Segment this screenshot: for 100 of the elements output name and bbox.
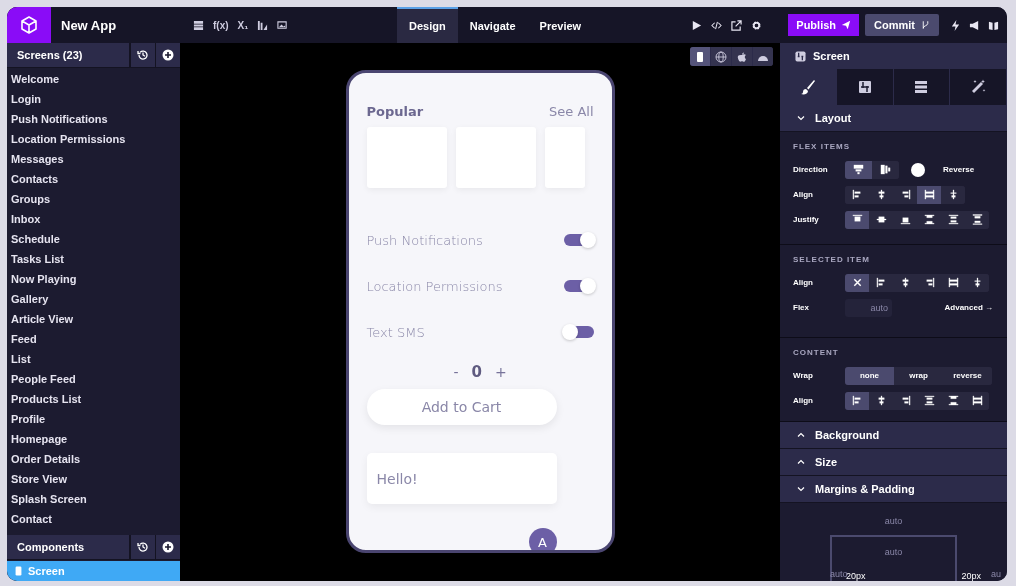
align-option[interactable]: [917, 185, 941, 204]
mode-tab[interactable]: Preview: [527, 7, 594, 43]
margin-right-value[interactable]: au: [991, 569, 1001, 579]
wrap-option[interactable]: none: [845, 366, 894, 385]
image-icon[interactable]: [277, 19, 289, 31]
layout-section-header[interactable]: Layout: [780, 105, 1007, 132]
logo-icon: [7, 7, 51, 43]
send-icon: [841, 20, 852, 30]
sidebar-item[interactable]: Feed: [7, 329, 180, 349]
toolbar-text-button[interactable]: X₁: [237, 19, 249, 31]
sidebar-item[interactable]: Tasks List: [7, 249, 180, 269]
align-option[interactable]: [845, 391, 869, 410]
padding-left-value[interactable]: 20px: [846, 571, 866, 581]
flex-field[interactable]: auto: [845, 298, 892, 317]
components-heading: Components: [7, 535, 130, 559]
chevron-icon: [797, 114, 805, 122]
book-icon[interactable]: [988, 19, 999, 31]
section-header[interactable]: Size: [780, 449, 1007, 476]
code-icon[interactable]: [711, 19, 723, 31]
phone-icon: [694, 50, 706, 63]
phone-device-tab[interactable]: [690, 47, 710, 66]
sidebar-item[interactable]: Gallery: [7, 289, 180, 309]
sidebar-item[interactable]: Now Playing: [7, 269, 180, 289]
align-icon: [899, 277, 911, 288]
plus-button[interactable]: +: [494, 364, 507, 380]
toggle-switch[interactable]: [563, 326, 594, 338]
add-to-cart-button[interactable]: Add to Cart: [366, 389, 557, 425]
android-device-tab[interactable]: [753, 47, 773, 66]
toggle-switch[interactable]: [563, 280, 594, 292]
lightning-icon[interactable]: [950, 19, 961, 31]
chart-icon[interactable]: [257, 19, 269, 31]
sidebar-item[interactable]: Profile: [7, 409, 180, 429]
sidebar-item[interactable]: Location Permissions: [7, 129, 180, 149]
justify-icon: [971, 214, 983, 225]
setting-label: Location Permissions: [366, 278, 503, 294]
sidebar-item[interactable]: Homepage: [7, 429, 180, 449]
mode-tab[interactable]: Navigate: [457, 7, 528, 43]
publish-button[interactable]: Publish: [788, 14, 860, 36]
minus-button[interactable]: -: [453, 364, 459, 380]
justify-option[interactable]: [845, 210, 869, 229]
chevron-icon: [797, 431, 805, 439]
field-label: Wrap: [793, 371, 814, 380]
align-icon: [923, 189, 935, 200]
direction-option[interactable]: [845, 160, 872, 179]
add-icon: [162, 541, 174, 553]
sidebar-item[interactable]: List: [7, 349, 180, 369]
align-icon: [875, 395, 887, 406]
sidebar-item[interactable]: Inbox: [7, 209, 180, 229]
apple-icon: [736, 50, 748, 63]
justify-icon: [875, 214, 887, 225]
sidebar-item[interactable]: Login: [7, 89, 180, 109]
direction-icon: [853, 164, 864, 175]
section-header[interactable]: Background: [780, 422, 1007, 449]
panel-title: Screen: [813, 50, 850, 62]
margin-top-value[interactable]: auto: [780, 516, 1007, 526]
sidebar-item[interactable]: Welcome: [7, 69, 180, 89]
advanced-link[interactable]: Advanced →: [944, 303, 993, 312]
commit-button[interactable]: Commit: [865, 14, 939, 36]
play-icon[interactable]: [691, 19, 703, 31]
sidebar-item[interactable]: Article View: [7, 309, 180, 329]
screen-icon: [795, 50, 806, 62]
padding-right-value[interactable]: 20px: [961, 571, 981, 581]
wand-icon: [970, 79, 987, 95]
sidebar-item[interactable]: Messages: [7, 149, 180, 169]
settings-icon[interactable]: [751, 19, 763, 31]
align-icon: [851, 189, 863, 200]
sidebar-item[interactable]: Products List: [7, 389, 180, 409]
sidebar-item[interactable]: Store View: [7, 469, 180, 489]
avatar[interactable]: A: [528, 528, 557, 550]
padding-top-value[interactable]: auto: [832, 547, 955, 557]
sidebar-item[interactable]: Schedule: [7, 229, 180, 249]
sidebar-item[interactable]: Splash Screen: [7, 489, 180, 509]
sidebar-item[interactable]: People Feed: [7, 369, 180, 389]
share-icon[interactable]: [731, 19, 743, 31]
add-icon: [162, 49, 174, 61]
sidebar-item[interactable]: Push Notifications: [7, 109, 180, 129]
sidebar-item[interactable]: Order Details: [7, 449, 180, 469]
field-label: Flex: [793, 303, 810, 312]
toggle-switch[interactable]: [563, 234, 594, 246]
history-icon: [137, 541, 149, 553]
align-icon: [875, 277, 887, 288]
brush-icon: [799, 79, 816, 95]
align-option[interactable]: [845, 273, 869, 292]
section-header[interactable]: Margins & Padding: [780, 476, 1007, 503]
sidebar-item[interactable]: Groups: [7, 189, 180, 209]
apple-device-tab[interactable]: [732, 47, 752, 66]
sidebar-item[interactable]: Contacts: [7, 169, 180, 189]
mode-tab[interactable]: Design: [397, 7, 458, 43]
megaphone-icon[interactable]: [969, 19, 980, 31]
direction-icon: [880, 164, 891, 175]
align-icon: [899, 395, 911, 406]
sidebar-item[interactable]: Contact: [7, 509, 180, 529]
database-icon[interactable]: [193, 19, 204, 31]
toolbar-text-button[interactable]: f(x): [213, 19, 229, 31]
field-label: Align: [793, 190, 814, 199]
setting-label: Text SMS: [366, 324, 425, 340]
web-device-tab[interactable]: [711, 47, 731, 66]
align-icon: [899, 189, 911, 200]
reverse-label: Reverse: [943, 165, 975, 174]
field-label: Justify: [793, 215, 820, 224]
